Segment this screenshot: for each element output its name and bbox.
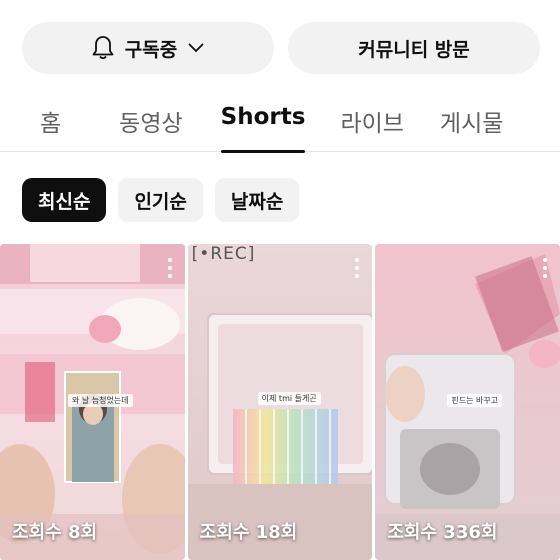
view-count: 조회수 18회 (199, 522, 298, 543)
community-label: 커뮤니티 방문 (358, 38, 470, 61)
tab-home[interactable]: 홈 (40, 96, 61, 152)
more-options-icon[interactable] (542, 258, 548, 280)
subscribe-button[interactable]: 구독중 (22, 22, 274, 74)
short-card[interactable]: 와 날 늠청었는데 조회수 8회 (0, 244, 185, 560)
tab-posts[interactable]: 게시물 (440, 96, 503, 152)
tab-live[interactable]: 라이브 (340, 96, 403, 152)
sort-chips: 최신순 인기순 날짜순 (22, 178, 300, 222)
short-card[interactable]: [•REC] 이제 tmi 들게곤 조회수 18회 (187, 244, 373, 560)
bell-icon (92, 36, 114, 60)
rec-overlay: [•REC] (191, 244, 256, 264)
sort-chip-latest[interactable]: 최신순 (22, 178, 107, 222)
more-options-icon[interactable] (354, 258, 360, 280)
view-count: 조회수 8회 (12, 522, 98, 543)
more-options-icon[interactable] (167, 258, 173, 280)
subscribe-label: 구독중 (124, 38, 178, 61)
chevron-down-icon (188, 43, 204, 53)
view-count: 조회수 336회 (387, 522, 498, 543)
sort-chip-date[interactable]: 날짜순 (214, 178, 300, 222)
video-caption: 이제 tmi 들게곤 (257, 392, 321, 405)
video-caption: 핀드는 바꾸고 (447, 394, 503, 407)
shorts-grid: 와 날 늠청었는데 조회수 8회 [•REC] 이제 tmi 들게곤 조회수 1… (0, 244, 560, 560)
short-card[interactable]: 핀드는 바꾸고 조회수 336회 (375, 244, 560, 560)
tab-shorts[interactable]: Shorts (220, 96, 305, 153)
video-caption: 와 날 늠청었는데 (68, 394, 133, 407)
tab-videos[interactable]: 동영상 (119, 96, 182, 152)
community-visit-button[interactable]: 커뮤니티 방문 (288, 22, 540, 74)
channel-action-bar: 구독중 커뮤니티 방문 (22, 22, 540, 74)
channel-tabs: 홈 동영상 Shorts 라이브 게시물 (0, 96, 560, 153)
sort-chip-popular[interactable]: 인기순 (118, 178, 203, 222)
